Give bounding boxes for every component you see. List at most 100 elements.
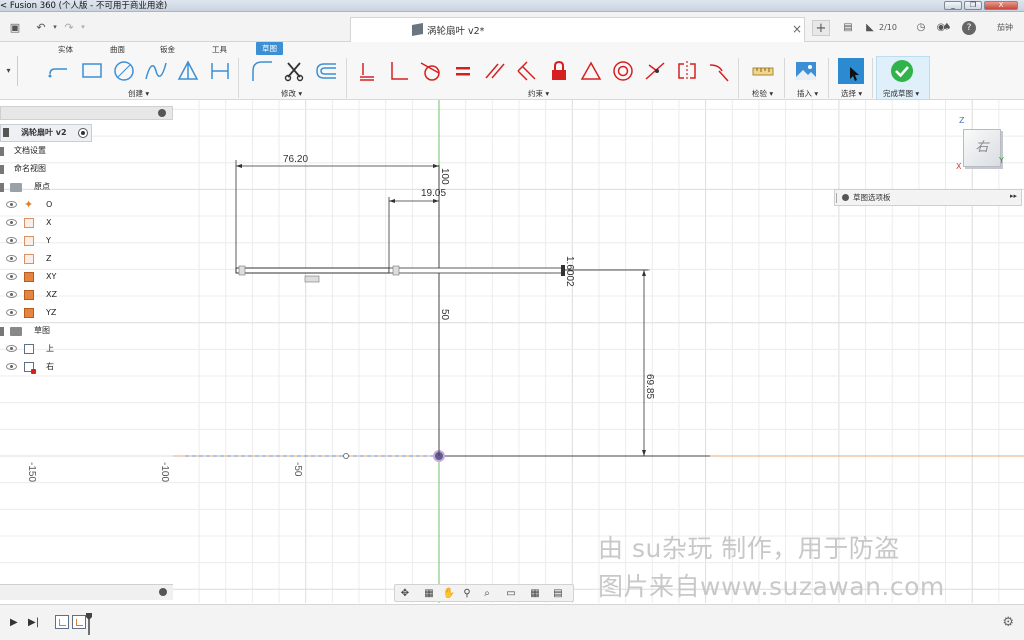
eye-icon[interactable] bbox=[6, 201, 17, 208]
browser-root[interactable]: 涡轮扇叶 v2 bbox=[0, 124, 92, 142]
fit-icon[interactable]: ⌕ bbox=[480, 587, 494, 600]
symmetry-icon[interactable] bbox=[675, 59, 699, 83]
insert-menu[interactable]: 插入 ▾ bbox=[797, 88, 818, 99]
timeline-sketch-item[interactable] bbox=[55, 615, 69, 629]
restore-button[interactable]: ❐ bbox=[964, 1, 982, 10]
expand-icon[interactable] bbox=[0, 165, 4, 174]
tab-tools[interactable]: 工具 bbox=[212, 44, 227, 55]
expand-icon[interactable] bbox=[0, 327, 4, 336]
close-tab-icon[interactable]: × bbox=[792, 22, 802, 36]
spline-tool-icon[interactable] bbox=[144, 59, 168, 83]
panel-toggle-icon[interactable] bbox=[159, 588, 167, 596]
browser-item-sketch-top[interactable]: 上 bbox=[0, 340, 90, 358]
inspect-menu[interactable]: 检验 ▾ bbox=[752, 88, 773, 99]
browser-item-sketch-right[interactable]: 右 bbox=[0, 358, 90, 376]
new-tab-button[interactable]: + bbox=[812, 20, 830, 36]
browser-item-xz[interactable]: XZ bbox=[0, 286, 90, 304]
polygon-tool-icon[interactable] bbox=[176, 59, 200, 83]
history-icon[interactable]: ◷ bbox=[914, 20, 928, 36]
eye-icon[interactable] bbox=[6, 291, 17, 298]
browser-header[interactable] bbox=[0, 106, 173, 120]
eye-icon[interactable] bbox=[6, 219, 17, 226]
finish-sketch-menu[interactable]: 完成草图 ▾ bbox=[883, 88, 919, 99]
create-menu[interactable]: 创建 ▾ bbox=[128, 88, 149, 99]
expand-icon[interactable] bbox=[0, 183, 4, 192]
eye-icon[interactable] bbox=[6, 273, 17, 280]
tangent-icon[interactable] bbox=[419, 59, 443, 83]
notifications-icon[interactable]: ♠ bbox=[940, 20, 954, 36]
jobs-count[interactable]: 2/10 bbox=[876, 20, 900, 36]
timeline-marker-icon[interactable] bbox=[86, 613, 92, 635]
coincident-icon[interactable] bbox=[387, 59, 411, 83]
fillet-tool-icon[interactable] bbox=[250, 59, 274, 83]
concentric-icon[interactable] bbox=[611, 59, 635, 83]
browser-item-yz[interactable]: YZ bbox=[0, 304, 90, 322]
panel-toggle-icon[interactable] bbox=[842, 194, 849, 201]
orbit-icon[interactable]: ✥ bbox=[398, 587, 412, 600]
browser-item-origin[interactable]: 原点 bbox=[0, 178, 90, 196]
midpoint-icon[interactable] bbox=[579, 59, 603, 83]
eye-icon[interactable] bbox=[6, 255, 17, 262]
perpendicular-icon[interactable] bbox=[515, 59, 539, 83]
tab-sketch[interactable]: 草图 bbox=[256, 42, 283, 55]
minimize-button[interactable]: _ bbox=[944, 1, 962, 10]
browser-item-doc-settings[interactable]: 文档设置 bbox=[0, 142, 90, 160]
document-tab[interactable]: 涡轮扇叶 v2* × bbox=[350, 17, 805, 42]
equal-icon[interactable] bbox=[451, 59, 475, 83]
fix-icon[interactable] bbox=[547, 59, 571, 83]
circle-tool-icon[interactable] bbox=[112, 59, 136, 83]
parallel-icon[interactable] bbox=[483, 59, 507, 83]
tab-surface[interactable]: 曲面 bbox=[110, 44, 125, 55]
activate-radio-icon[interactable] bbox=[78, 128, 88, 138]
tab-solid[interactable]: 实体 bbox=[58, 44, 73, 55]
finish-sketch-icon[interactable] bbox=[890, 59, 914, 83]
close-button[interactable]: X bbox=[984, 1, 1018, 10]
view-cube[interactable]: Z 右 Y X bbox=[956, 116, 1016, 176]
play-icon[interactable]: ▶ bbox=[10, 617, 18, 628]
grid-settings-icon[interactable]: ▦ bbox=[528, 587, 542, 600]
panel-toggle-icon[interactable] bbox=[158, 109, 166, 117]
save-icon[interactable]: ▣ bbox=[8, 21, 22, 34]
redo-dropdown-icon[interactable]: ▾ bbox=[76, 21, 90, 34]
grip-icon[interactable] bbox=[836, 193, 837, 203]
eye-icon[interactable] bbox=[6, 237, 17, 244]
eye-icon[interactable] bbox=[6, 345, 17, 352]
look-at-icon[interactable]: ▦ bbox=[422, 587, 436, 600]
chat-icon[interactable]: ▤ bbox=[840, 20, 856, 36]
jobs-icon[interactable]: ◣ bbox=[864, 20, 876, 36]
browser-item-y[interactable]: Y bbox=[0, 232, 90, 250]
eye-icon[interactable] bbox=[6, 309, 17, 316]
browser-item-sketches[interactable]: 草图 bbox=[0, 322, 90, 340]
line-tool-icon[interactable] bbox=[47, 59, 71, 83]
expand-arrows-icon[interactable]: ▸▸ bbox=[1010, 192, 1017, 200]
workspace-dropdown[interactable]: ▾ bbox=[0, 56, 18, 86]
tab-sheet-metal[interactable]: 钣金 bbox=[160, 44, 175, 55]
constraints-menu[interactable]: 约束 ▾ bbox=[528, 88, 549, 99]
collinear-icon[interactable] bbox=[643, 59, 667, 83]
trim-tool-icon[interactable] bbox=[282, 59, 306, 83]
browser-item-xy[interactable]: XY bbox=[0, 268, 90, 286]
expand-icon[interactable] bbox=[0, 147, 4, 156]
undo-dropdown-icon[interactable]: ▾ bbox=[48, 21, 62, 34]
select-icon[interactable] bbox=[838, 58, 864, 84]
browser-item-x[interactable]: X bbox=[0, 214, 90, 232]
curvature-icon[interactable] bbox=[707, 59, 731, 83]
view-cube-face[interactable]: 右 bbox=[963, 129, 1001, 167]
select-menu[interactable]: 选择 ▾ bbox=[841, 88, 862, 99]
sketch-palette-header[interactable]: 草图选项板 ▸▸ bbox=[834, 189, 1022, 206]
redo-icon[interactable]: ↷ bbox=[62, 21, 76, 34]
offset-tool-icon[interactable] bbox=[314, 59, 338, 83]
timeline-sketch-item[interactable] bbox=[72, 615, 86, 629]
zoom-icon[interactable]: ⚲ bbox=[460, 587, 474, 600]
pan-icon[interactable]: ✋ bbox=[442, 587, 456, 600]
viewports-icon[interactable]: ▤ bbox=[551, 587, 565, 600]
browser-item-z[interactable]: Z bbox=[0, 250, 90, 268]
measure-icon[interactable] bbox=[751, 59, 775, 83]
modify-menu[interactable]: 修改 ▾ bbox=[281, 88, 302, 99]
dimension-tool-icon[interactable] bbox=[208, 59, 232, 83]
eye-icon[interactable] bbox=[6, 363, 17, 370]
gear-icon[interactable]: ⚙ bbox=[1002, 615, 1014, 630]
step-end-icon[interactable]: ▶| bbox=[28, 617, 39, 628]
browser-item-named-views[interactable]: 命名视图 bbox=[0, 160, 90, 178]
comments-panel-header[interactable] bbox=[0, 584, 173, 600]
